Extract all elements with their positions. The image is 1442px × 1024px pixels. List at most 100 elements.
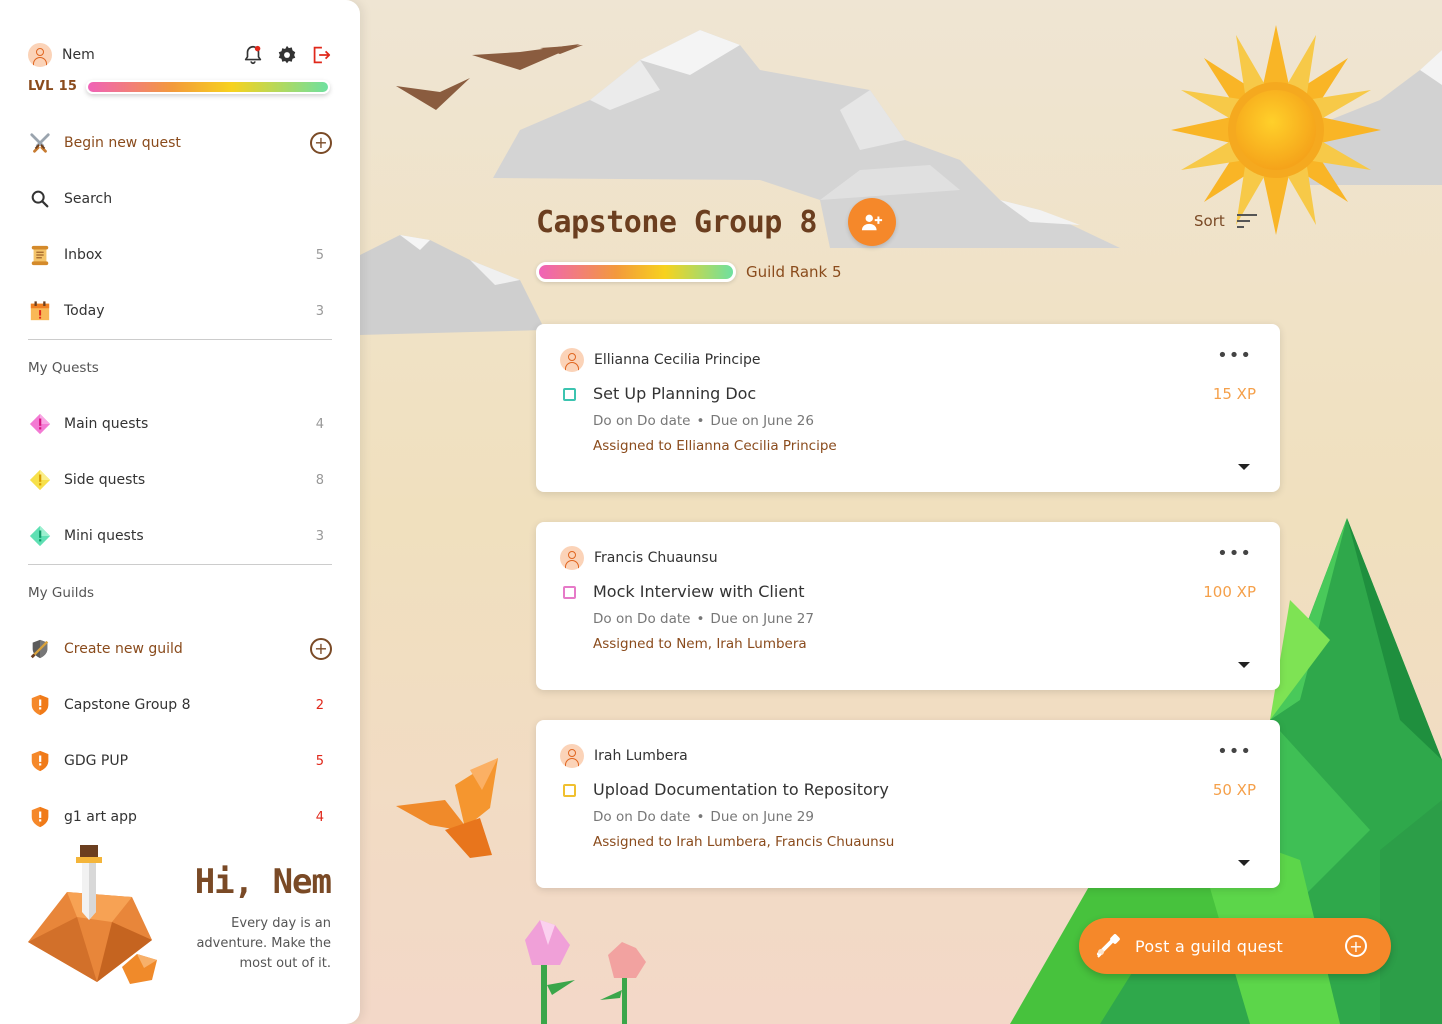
sidebar-item-guild[interactable]: Capstone Group 8 2 [28,691,332,719]
separator-dot: • [696,413,705,429]
scroll-icon [31,245,49,266]
card-author: Irah Lumbera [560,744,688,768]
quest-assignees: Assigned to Irah Lumbera, Francis Chuaun… [593,834,895,850]
side-quests-count: 8 [315,472,324,488]
sort-button[interactable]: Sort [1194,212,1257,230]
sidebar-item-inbox[interactable]: Inbox 5 [28,241,332,269]
sidebar-item-side-quests[interactable]: Side quests 8 [28,466,332,494]
mini-quests-count: 3 [315,528,324,544]
quest-checkbox[interactable] [563,586,576,599]
xp-bar [86,80,330,94]
do-date: Do on Do date [593,611,691,627]
post-guild-quest-button[interactable]: Post a guild quest + [1079,918,1391,974]
quest-dates: Do on Do date • Due on June 29 [593,809,814,825]
add-person-icon [861,214,883,231]
level-label: LVL 15 [28,79,78,94]
expand-caret-icon[interactable] [1238,464,1250,470]
quest-dates: Do on Do date • Due on June 26 [593,413,814,429]
sidebar-item-search[interactable]: Search [28,185,332,213]
quest-card[interactable]: Ellianna Cecilia Principe ••• Set Up Pla… [536,324,1280,492]
guild-shield-icon [31,750,49,772]
guild-count: 2 [315,697,324,713]
sidebar-item-guild[interactable]: g1 art app 4 [28,803,332,831]
sword-in-stone-icon [28,845,157,984]
quest-card[interactable]: Irah Lumbera ••• Upload Documentation to… [536,720,1280,888]
main-quest-icon [29,413,51,435]
card-author: Francis Chuaunsu [560,546,718,570]
avatar [560,348,584,372]
guild-count: 5 [315,753,324,769]
expand-caret-icon[interactable] [1238,860,1250,866]
create-new-guild-button[interactable]: Create new guild + [28,635,332,663]
bell-icon[interactable] [242,44,264,66]
card-author: Ellianna Cecilia Principe [560,348,760,372]
quest-card[interactable]: Francis Chuaunsu ••• Mock Interview with… [536,522,1280,690]
divider [28,339,332,340]
scroll-post-icon [1097,934,1120,958]
quest-checkbox[interactable] [563,784,576,797]
nav-label: Begin new quest [64,135,181,151]
nav-label: Today [64,303,105,319]
calendar-icon [30,301,50,321]
nav-label: GDG PUP [64,753,129,769]
my-guilds-heading: My Guilds [28,585,95,601]
sort-label: Sort [1194,212,1225,230]
more-options-icon[interactable]: ••• [1217,347,1252,365]
avatar[interactable] [28,43,52,67]
do-date: Do on Do date [593,413,691,429]
separator-dot: • [696,809,705,825]
quest-title: Upload Documentation to Repository [593,780,889,799]
greeting-message: Every day is an adventure. Make the most… [196,916,331,971]
more-options-icon[interactable]: ••• [1217,743,1252,761]
logout-icon[interactable] [310,44,332,66]
main-quests-count: 4 [315,416,324,432]
nav-label: Inbox [64,247,103,263]
quest-title: Mock Interview with Client [593,582,805,601]
search-icon [31,190,49,208]
due-date: Due on June 26 [710,413,814,429]
user-name: Nem [62,47,95,63]
mini-quest-icon [29,525,51,547]
quest-assignees: Assigned to Ellianna Cecilia Principe [593,438,837,454]
nav-label: Search [64,191,113,207]
quest-assignees: Assigned to Nem, Irah Lumbera [593,636,807,652]
author-name: Irah Lumbera [594,748,688,764]
shield-sword-icon [30,639,49,659]
sidebar-item-main-quests[interactable]: Main quests 4 [28,410,332,438]
sort-icon [1236,214,1257,228]
quest-dates: Do on Do date • Due on June 27 [593,611,814,627]
add-quest-icon[interactable]: + [310,132,332,154]
sidebar-item-guild[interactable]: GDG PUP 5 [28,747,332,775]
divider [28,564,332,565]
swords-icon [30,133,50,153]
sidebar-item-mini-quests[interactable]: Mini quests 3 [28,522,332,550]
expand-caret-icon[interactable] [1238,662,1250,668]
add-member-button[interactable] [848,198,896,246]
sidebar: Nem LVL 15 Begin new quest + Search Inbo… [0,0,360,1024]
nav-label: Mini quests [64,528,144,544]
guild-shield-icon [31,694,49,716]
nav-label: Create new guild [64,641,183,657]
guild-rank-bar [536,262,736,282]
do-date: Do on Do date [593,809,691,825]
quest-checkbox[interactable] [563,388,576,401]
sidebar-item-today[interactable]: Today 3 [28,297,332,325]
nav-label: Capstone Group 8 [64,697,191,713]
fab-label: Post a guild quest [1135,936,1284,956]
nav-label: Main quests [64,416,149,432]
separator-dot: • [696,611,705,627]
more-options-icon[interactable]: ••• [1217,545,1252,563]
quest-xp: 50 XP [1212,781,1256,799]
nav-label: g1 art app [64,809,137,825]
add-guild-icon[interactable]: + [310,638,332,660]
begin-new-quest-button[interactable]: Begin new quest + [28,129,332,157]
avatar [560,744,584,768]
quest-title: Set Up Planning Doc [593,384,757,403]
guild-rank: Guild Rank 5 [746,263,842,281]
due-date: Due on June 27 [710,611,814,627]
gear-icon[interactable] [276,44,298,66]
avatar [560,546,584,570]
user-row: Nem [28,43,332,67]
guild-shield-icon [31,806,49,828]
guild-count: 4 [315,809,324,825]
